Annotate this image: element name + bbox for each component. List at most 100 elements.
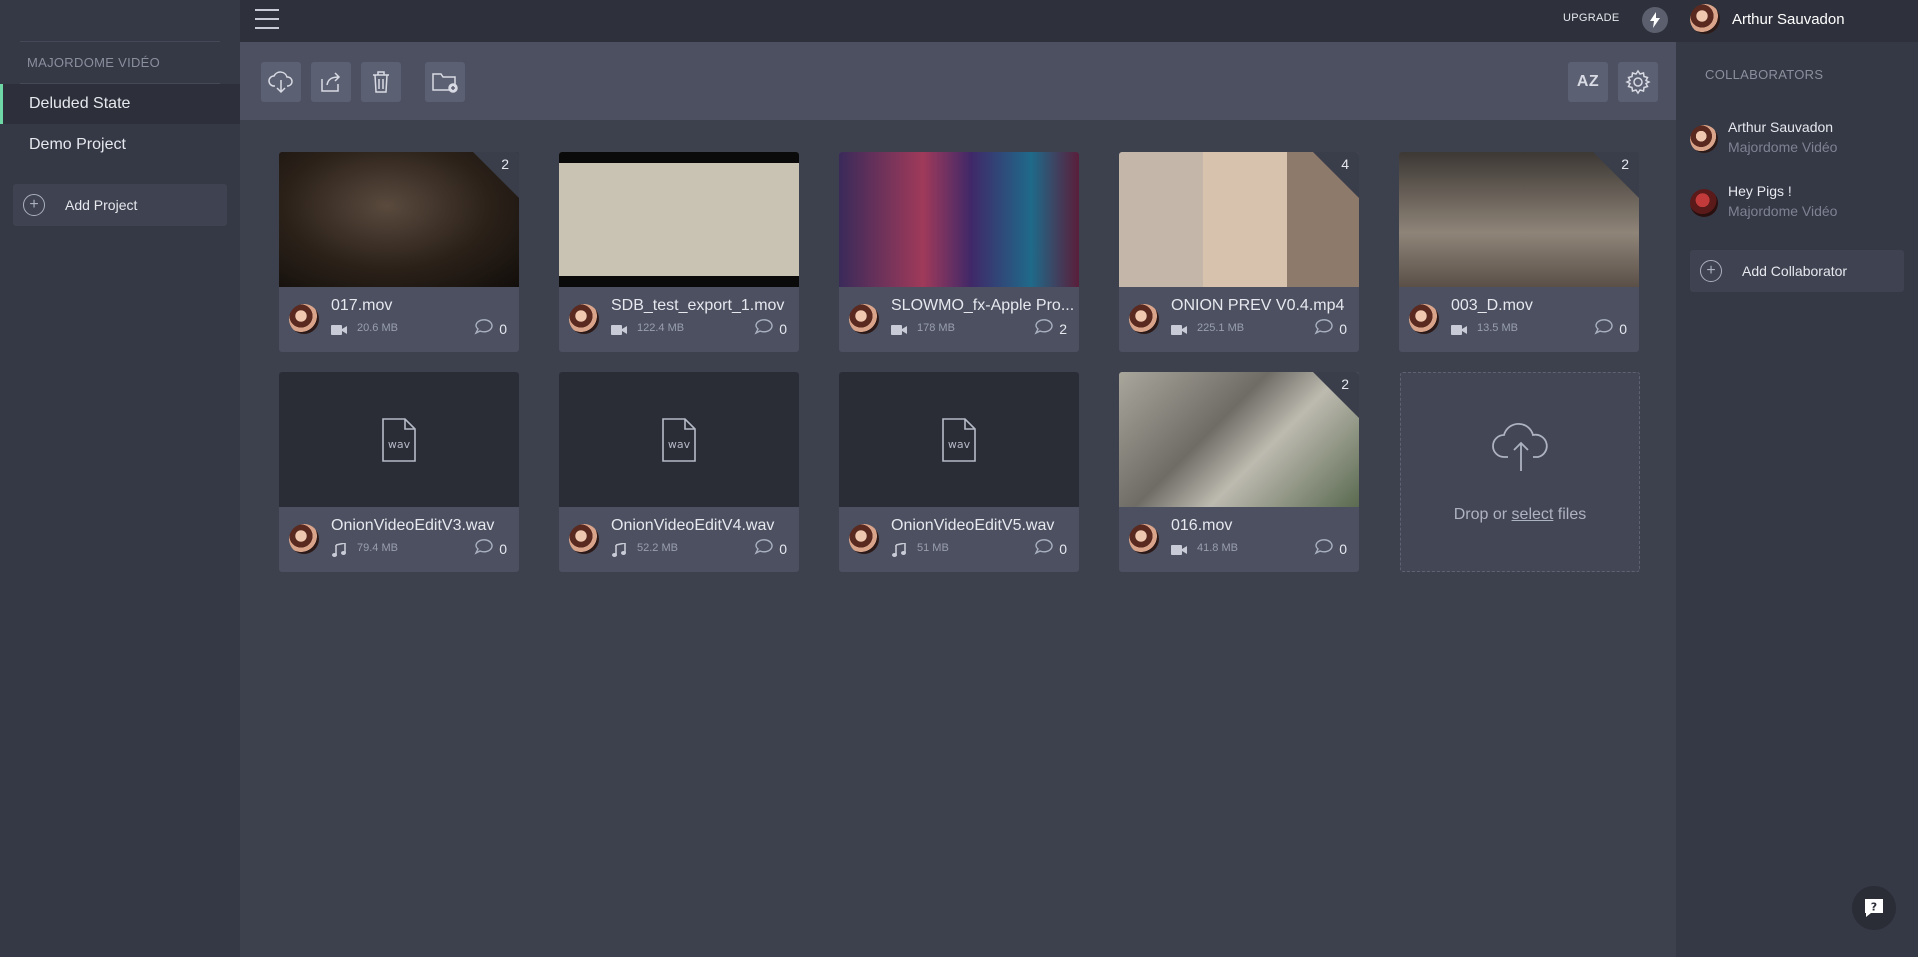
svg-text:wav: wav — [668, 438, 691, 451]
comment-count[interactable]: 0 — [1594, 319, 1627, 338]
file-name[interactable]: OnionVideoEditV3.wav — [331, 517, 494, 535]
comment-count[interactable]: 0 — [474, 539, 507, 558]
music-note-icon — [611, 542, 627, 557]
delete-button[interactable] — [361, 62, 401, 102]
comment-count[interactable]: 0 — [1034, 539, 1067, 558]
upgrade-link[interactable]: UPGRADE — [1563, 12, 1620, 24]
file-size: 79.4 MB — [357, 542, 398, 554]
file-card[interactable]: wav OnionVideoEditV4.wav 52.2 MB 0 — [559, 372, 799, 572]
file-card[interactable]: 2 017.mov 20.6 MB 0 — [279, 152, 519, 352]
collaborator-item[interactable]: Arthur Sauvadon Majordome Vidéo — [1690, 119, 1910, 163]
file-name[interactable]: 017.mov — [331, 297, 392, 315]
file-toolbar: AZ — [240, 42, 1676, 120]
comment-icon — [754, 319, 779, 338]
avatar — [1129, 524, 1159, 554]
avatar — [569, 304, 599, 334]
svg-text:?: ? — [1871, 901, 1877, 914]
add-collaborator-label: Add Collaborator — [1742, 263, 1848, 279]
file-size: 20.6 MB — [357, 322, 398, 334]
file-card[interactable]: SLOWMO_fx-Apple Pro... 178 MB 2 — [839, 152, 1079, 352]
video-camera-icon — [331, 323, 347, 335]
file-name[interactable]: 016.mov — [1171, 517, 1232, 535]
comment-count[interactable]: 0 — [1314, 539, 1347, 558]
comment-icon — [474, 319, 499, 338]
file-name[interactable]: SLOWMO_fx-Apple Pro... — [891, 297, 1074, 315]
file-name[interactable]: 003_D.mov — [1451, 297, 1533, 315]
file-thumbnail[interactable]: wav — [279, 372, 519, 507]
version-corner — [1313, 152, 1359, 198]
collaborator-name: Arthur Sauvadon — [1728, 119, 1834, 135]
file-card[interactable]: 2 003_D.mov 13.5 MB 0 — [1399, 152, 1639, 352]
comment-count[interactable]: 0 — [754, 539, 787, 558]
file-name[interactable]: OnionVideoEditV4.wav — [611, 517, 774, 535]
avatar — [289, 304, 319, 334]
video-camera-icon — [1171, 543, 1187, 555]
avatar — [1129, 304, 1159, 334]
comment-icon — [1314, 539, 1339, 558]
top-bar: UPGRADE Arthur Sauvadon — [240, 0, 1918, 42]
project-item-demo-project[interactable]: Demo Project — [0, 125, 240, 165]
file-name[interactable]: SDB_test_export_1.mov — [611, 297, 784, 315]
comment-icon — [754, 539, 779, 558]
version-corner — [473, 152, 519, 198]
settings-button[interactable] — [1618, 62, 1658, 102]
help-chat-button[interactable]: ? — [1852, 886, 1896, 930]
comment-count[interactable]: 0 — [754, 319, 787, 338]
file-card[interactable]: wav OnionVideoEditV3.wav 79.4 MB 0 — [279, 372, 519, 572]
file-size: 51 MB — [917, 542, 949, 554]
file-thumbnail[interactable]: wav — [559, 372, 799, 507]
file-card[interactable]: 4 ONION PREV V0.4.mp4 225.1 MB 0 — [1119, 152, 1359, 352]
file-thumbnail[interactable] — [839, 152, 1079, 287]
hamburger-menu-icon[interactable] — [255, 9, 279, 29]
download-button[interactable] — [261, 62, 301, 102]
version-corner — [1593, 152, 1639, 198]
comment-icon — [1034, 539, 1059, 558]
comment-count[interactable]: 0 — [474, 319, 507, 338]
file-name[interactable]: ONION PREV V0.4.mp4 — [1171, 297, 1344, 315]
new-folder-button[interactable] — [425, 62, 465, 102]
file-card[interactable]: 2 016.mov 41.8 MB 0 — [1119, 372, 1359, 572]
select-files-link[interactable]: select — [1512, 506, 1554, 523]
file-size: 52.2 MB — [637, 542, 678, 554]
add-project-button[interactable]: + Add Project — [13, 184, 227, 226]
gear-icon — [1625, 69, 1651, 95]
version-count: 2 — [1341, 376, 1349, 392]
upload-dropzone[interactable]: Drop or select files — [1400, 372, 1640, 572]
video-camera-icon — [1171, 323, 1187, 335]
comment-count[interactable]: 0 — [1314, 319, 1347, 338]
share-button[interactable] — [311, 62, 351, 102]
dropzone-text: Drop or select files — [1453, 506, 1587, 523]
sort-az-button[interactable]: AZ — [1568, 62, 1608, 102]
collaborator-item[interactable]: Hey Pigs ! Majordome Vidéo — [1690, 183, 1910, 227]
user-name[interactable]: Arthur Sauvadon — [1732, 11, 1845, 28]
avatar — [1409, 304, 1439, 334]
file-card[interactable]: wav OnionVideoEditV5.wav 51 MB 0 — [839, 372, 1079, 572]
team-name: MAJORDOME VIDÉO — [27, 55, 161, 70]
comment-count[interactable]: 2 — [1034, 319, 1067, 338]
project-item-deluded-state[interactable]: Deluded State — [0, 84, 240, 124]
cloud-download-icon — [268, 71, 293, 94]
audio-file-icon: wav — [942, 417, 976, 462]
share-icon — [321, 72, 341, 92]
collaborator-name: Hey Pigs ! — [1728, 183, 1792, 199]
avatar — [1690, 189, 1718, 217]
avatar — [849, 524, 879, 554]
file-thumbnail[interactable]: wav — [839, 372, 1079, 507]
svg-text:wav: wav — [388, 438, 411, 451]
help-chat-icon: ? — [1865, 899, 1883, 917]
file-card[interactable]: SDB_test_export_1.mov 122.4 MB 0 — [559, 152, 799, 352]
avatar — [569, 524, 599, 554]
avatar — [849, 304, 879, 334]
version-count: 2 — [501, 156, 509, 172]
collaborator-team: Majordome Vidéo — [1728, 139, 1838, 155]
version-count: 2 — [1621, 156, 1629, 172]
file-thumbnail[interactable] — [559, 152, 799, 287]
file-size: 122.4 MB — [637, 322, 685, 334]
user-avatar[interactable] — [1690, 4, 1720, 34]
plus-circle-icon: + — [23, 194, 45, 216]
file-name[interactable]: OnionVideoEditV5.wav — [891, 517, 1054, 535]
file-size: 13.5 MB — [1477, 322, 1518, 334]
bolt-icon[interactable] — [1642, 7, 1668, 33]
add-collaborator-button[interactable]: + Add Collaborator — [1690, 250, 1904, 292]
music-note-icon — [891, 542, 907, 557]
